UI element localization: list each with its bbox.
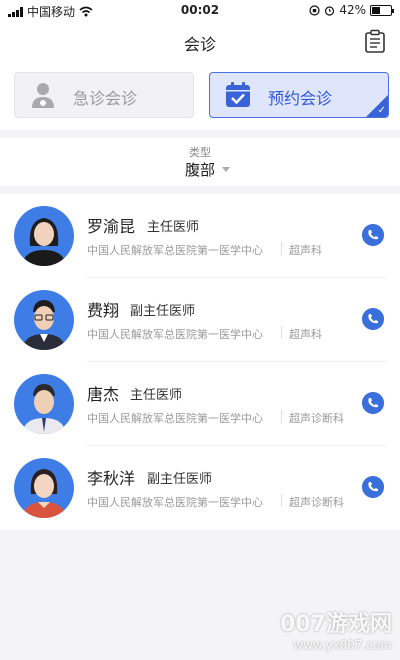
type-filter-value: 腹部 [185,161,216,179]
emergency-consultation-label: 急诊会诊 [73,89,138,108]
doctor-hospital: 中国人民解放军总医院第一医学中心 [87,412,263,425]
doctor-avatar [14,458,74,518]
phone-call-icon[interactable] [362,308,384,330]
battery-percent: 42% [339,3,366,17]
phone-call-icon[interactable] [362,392,384,414]
doctor-name: 李秋洋 [87,469,136,488]
check-icon: ✓ [377,105,386,116]
appointment-consultation-label: 预约会诊 [268,89,333,108]
phone-call-icon[interactable] [362,224,384,246]
doctor-title: 主任医师 [147,220,200,235]
divider [281,242,282,255]
doctor-department: 超声科 [289,244,322,257]
doctor-name: 唐杰 [87,385,120,404]
emergency-consultation-button[interactable]: 急诊会诊 [14,72,194,118]
doctor-title: 副主任医师 [130,304,196,319]
doctor-department: 超声诊断科 [289,412,344,425]
type-filter-label: 类型 [189,146,211,159]
watermark: 007游戏网 www.yx007.com [280,606,392,652]
doctor-department: 超声诊断科 [289,496,344,509]
doctor-row[interactable]: 李秋洋 副主任医师 中国人民解放军总医院第一医学中心 超声诊断科 [0,446,400,530]
calendar-check-icon [226,82,250,107]
type-filter[interactable]: 类型 腹部 [0,138,400,186]
female-avatar-icon [22,469,66,518]
phone-call-icon[interactable] [362,476,384,498]
divider [281,494,282,507]
doctor-list: 罗渝昆 主任医师 中国人民解放军总医院第一医学中心 超声科 费翔 副主任医师 中… [0,194,400,530]
doctor-icon [32,83,54,108]
orientation-lock-icon [309,4,320,16]
nav-bar: 会诊 [0,22,400,60]
clipboard-icon[interactable] [364,29,386,53]
male-avatar-icon [22,384,66,434]
watermark-title: 007游戏网 [280,612,392,637]
doctor-row[interactable]: 罗渝昆 主任医师 中国人民解放军总医院第一医学中心 超声科 [0,194,400,278]
consultation-mode-panel: 急诊会诊 预约会诊 ✓ [0,60,400,130]
doctor-avatar [14,206,74,266]
watermark-url: www.yx007.com [293,638,392,652]
doctor-row[interactable]: 唐杰 主任医师 中国人民解放军总医院第一医学中心 超声诊断科 [0,362,400,446]
divider [281,410,282,423]
doctor-hospital: 中国人民解放军总医院第一医学中心 [87,496,263,509]
doctor-name: 费翔 [87,301,120,320]
doctor-department: 超声科 [289,328,322,341]
doctor-hospital: 中国人民解放军总医院第一医学中心 [87,328,263,341]
female-avatar-icon [22,218,66,266]
doctor-avatar [14,290,74,350]
page-title: 会诊 [183,35,216,54]
male-glasses-avatar-icon [22,300,66,350]
battery-icon [370,4,394,16]
caret-down-icon [222,167,230,172]
doctor-name: 罗渝昆 [87,217,136,236]
appointment-consultation-button[interactable]: 预约会诊 ✓ [209,72,389,118]
doctor-title: 主任医师 [130,388,183,403]
doctor-title: 副主任医师 [147,472,213,487]
status-bar: 中国移动 00:02 42% [0,0,400,22]
alarm-icon [325,5,335,16]
doctor-row[interactable]: 费翔 副主任医师 中国人民解放军总医院第一医学中心 超声科 [0,278,400,362]
divider [281,326,282,339]
status-right: 42% [309,3,394,17]
doctor-avatar [14,374,74,434]
doctor-hospital: 中国人民解放军总医院第一医学中心 [87,244,263,257]
